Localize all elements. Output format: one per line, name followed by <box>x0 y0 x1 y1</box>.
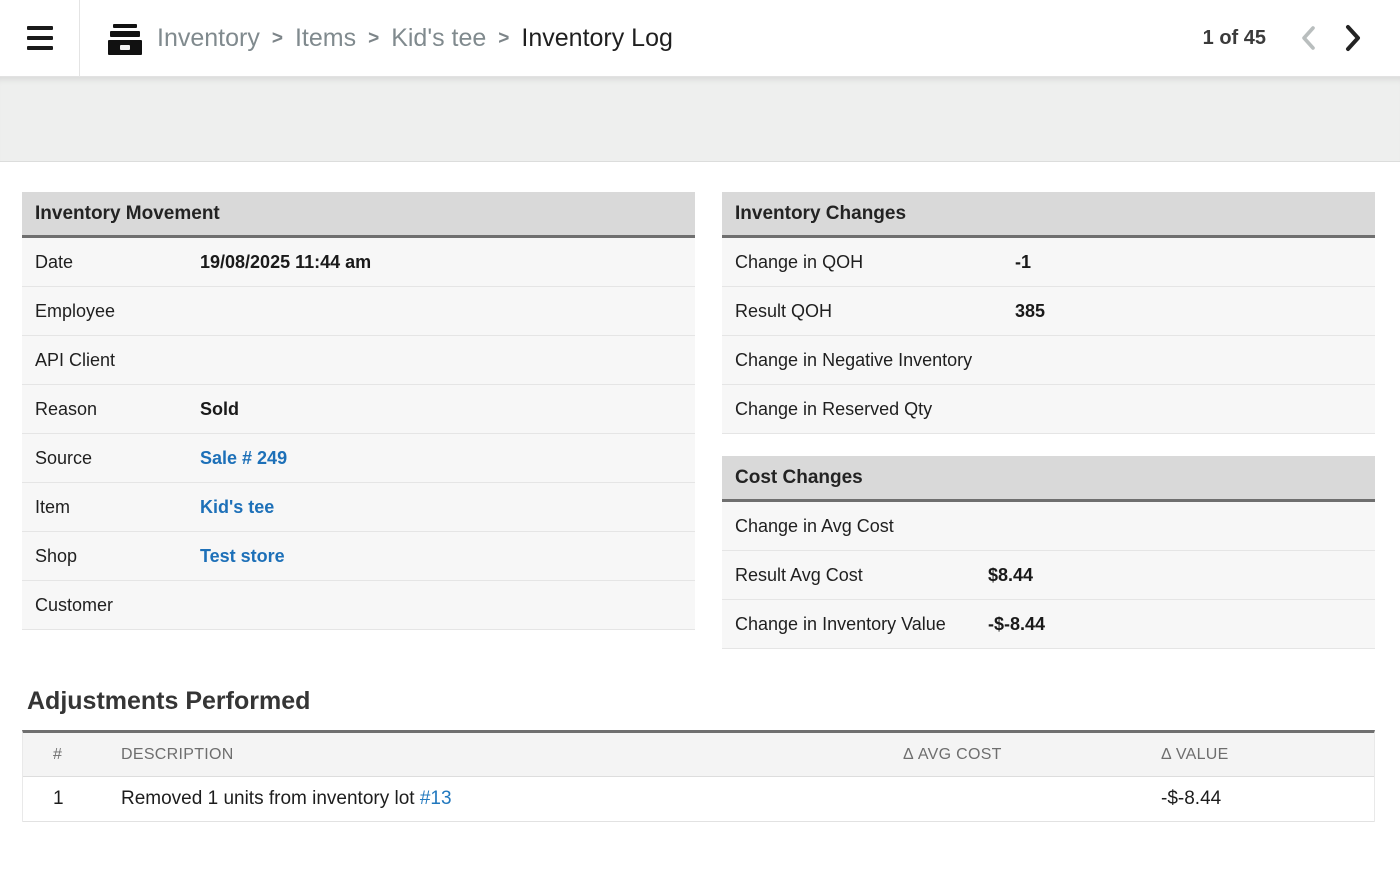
pager-count: 1 of 45 <box>1203 27 1266 50</box>
row-result-qoh: Result QOH 385 <box>722 287 1375 336</box>
row-label: Change in Avg Cost <box>735 516 988 537</box>
column-header-value: Δ VALUE <box>1161 746 1374 764</box>
inventory-lot-link[interactable]: #13 <box>420 788 452 809</box>
row-customer: Customer <box>22 581 695 630</box>
cost-changes-panel: Cost Changes Change in Avg Cost Result A… <box>722 456 1375 649</box>
row-date: Date 19/08/2025 11:44 am <box>22 238 695 287</box>
row-label: Employee <box>35 301 200 322</box>
row-change-reserved-qty: Change in Reserved Qty <box>722 385 1375 434</box>
top-bar: Inventory > Items > Kid's tee > Inventor… <box>0 0 1400 77</box>
column-header-number: # <box>23 746 98 764</box>
sale-link[interactable]: Sale # 249 <box>200 448 287 469</box>
panel-title: Inventory Movement <box>22 192 695 238</box>
column-header-avg-cost: Δ AVG COST <box>903 746 1161 764</box>
row-label: Customer <box>35 595 200 616</box>
cash-drawer-icon <box>108 21 142 55</box>
menu-bar <box>27 26 53 30</box>
row-change-in-qoh: Change in QOH -1 <box>722 238 1375 287</box>
cell-number: 1 <box>23 788 98 810</box>
panel-title: Inventory Changes <box>722 192 1375 238</box>
menu-icon[interactable] <box>0 0 80 77</box>
row-source: Source Sale # 249 <box>22 434 695 483</box>
breadcrumb-item-kids-tee[interactable]: Kid's tee <box>391 24 486 53</box>
row-change-negative-inventory: Change in Negative Inventory <box>722 336 1375 385</box>
row-label: Change in QOH <box>735 252 1015 273</box>
row-value: 385 <box>1015 301 1045 322</box>
row-label: Result Avg Cost <box>735 565 988 586</box>
breadcrumb-item-items[interactable]: Items <box>295 24 356 53</box>
row-label: Source <box>35 448 200 469</box>
row-result-avg-cost: Result Avg Cost $8.44 <box>722 551 1375 600</box>
chevron-right-icon[interactable] <box>1334 22 1370 54</box>
row-value: Sold <box>200 399 239 420</box>
inventory-movement-panel: Inventory Movement Date 19/08/2025 11:44… <box>22 192 695 630</box>
shop-link[interactable]: Test store <box>200 546 285 567</box>
row-label: Reason <box>35 399 200 420</box>
adjustments-table-header: # DESCRIPTION Δ AVG COST Δ VALUE <box>23 733 1374 777</box>
row-label: Item <box>35 497 200 518</box>
row-label: Date <box>35 252 200 273</box>
row-label: Shop <box>35 546 200 567</box>
breadcrumb-separator-icon: > <box>272 28 283 50</box>
column-header-description: DESCRIPTION <box>98 746 903 764</box>
row-label: Change in Inventory Value <box>735 614 988 635</box>
adjustments-table: # DESCRIPTION Δ AVG COST Δ VALUE 1 Remov… <box>22 730 1375 822</box>
sub-header-band <box>0 77 1400 162</box>
row-value: -$-8.44 <box>988 614 1045 635</box>
breadcrumb-item-inventory-log: Inventory Log <box>521 24 673 53</box>
adjustments-heading: Adjustments Performed <box>27 687 1375 716</box>
record-pager: 1 of 45 <box>1203 22 1370 54</box>
table-row: 1 Removed 1 units from inventory lot #13… <box>23 777 1374 822</box>
breadcrumb-separator-icon: > <box>368 28 379 50</box>
row-item: Item Kid's tee <box>22 483 695 532</box>
inventory-changes-panel: Inventory Changes Change in QOH -1 Resul… <box>722 192 1375 434</box>
main-content: Inventory Movement Date 19/08/2025 11:44… <box>0 162 1400 822</box>
row-change-avg-cost: Change in Avg Cost <box>722 502 1375 551</box>
row-change-inventory-value: Change in Inventory Value -$-8.44 <box>722 600 1375 649</box>
panel-title: Cost Changes <box>722 456 1375 502</box>
row-value: 19/08/2025 11:44 am <box>200 252 371 273</box>
row-shop: Shop Test store <box>22 532 695 581</box>
row-label: Change in Negative Inventory <box>735 350 1015 371</box>
row-reason: Reason Sold <box>22 385 695 434</box>
row-employee: Employee <box>22 287 695 336</box>
cell-value: -$-8.44 <box>1161 788 1374 810</box>
row-value: -1 <box>1015 252 1031 273</box>
item-link[interactable]: Kid's tee <box>200 497 274 518</box>
breadcrumb: Inventory > Items > Kid's tee > Inventor… <box>157 24 673 53</box>
breadcrumb-separator-icon: > <box>498 28 509 50</box>
menu-bar <box>27 46 53 50</box>
menu-bar <box>27 36 53 40</box>
row-label: Result QOH <box>735 301 1015 322</box>
row-api-client: API Client <box>22 336 695 385</box>
cell-description: Removed 1 units from inventory lot #13 <box>98 788 903 810</box>
row-value: $8.44 <box>988 565 1033 586</box>
row-label: API Client <box>35 350 200 371</box>
chevron-left-icon[interactable] <box>1292 23 1326 53</box>
row-label: Change in Reserved Qty <box>735 399 1015 420</box>
breadcrumb-item-inventory[interactable]: Inventory <box>157 24 260 53</box>
